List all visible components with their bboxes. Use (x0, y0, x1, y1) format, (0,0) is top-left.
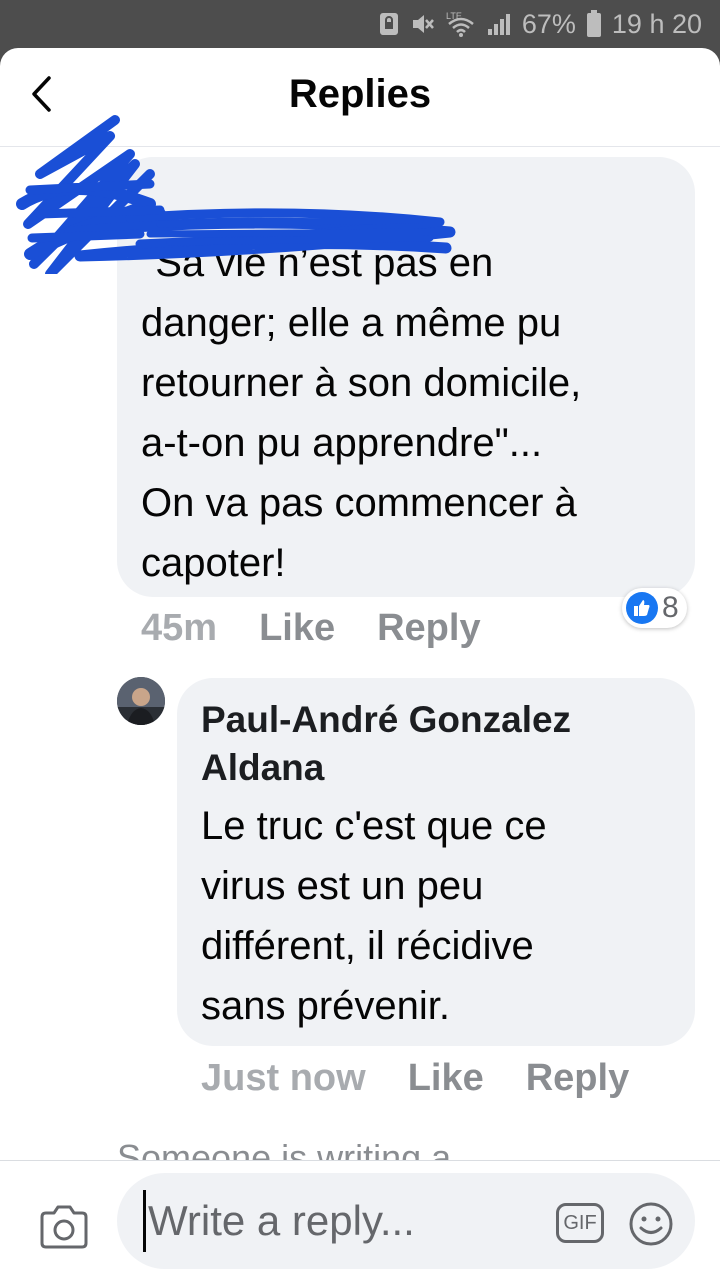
comment-body: Le truc c'est que ce virus est un peu di… (201, 804, 547, 1028)
reply-button[interactable]: Reply (526, 1057, 629, 1100)
like-button[interactable]: Like (408, 1057, 484, 1100)
mute-icon (410, 11, 436, 37)
emoji-button[interactable] (628, 1201, 674, 1247)
status-icons: LTE 67% 19 h 20 (378, 8, 702, 40)
signal-icon (486, 11, 512, 37)
reply-button[interactable]: Reply (377, 607, 480, 650)
reaction-count: 8 (662, 591, 679, 624)
battery-percent: 67% (521, 8, 576, 39)
like-button[interactable]: Like (259, 607, 335, 650)
wifi-icon: LTE (446, 10, 476, 38)
reply-placeholder: Write a reply... (148, 1197, 415, 1244)
thumbs-up-icon (626, 592, 658, 624)
reply-input[interactable]: Write a reply... (117, 1173, 695, 1269)
replies-screen: Replies "Sa vie n’est pas en danger; ell… (0, 48, 720, 1280)
camera-button[interactable] (38, 1203, 90, 1251)
status-bar: LTE 67% 19 h 20 (0, 0, 720, 48)
reaction-summary[interactable]: 8 (622, 588, 687, 628)
comment-timestamp: Just now (201, 1056, 366, 1099)
avatar[interactable] (117, 677, 165, 725)
page-title: Replies (288, 72, 432, 116)
text-caret (143, 1190, 146, 1252)
reply-composer: Write a reply... GIF (0, 1160, 720, 1280)
battery-icon (586, 10, 602, 38)
comment-author[interactable]: Paul-André Gonzalez Aldana (201, 696, 671, 792)
redaction-scribble (16, 115, 456, 274)
comment-bubble[interactable]: Paul-André Gonzalez Aldana Le truc c'est… (177, 678, 695, 1046)
typing-indicator: Someone is writing a... (117, 1137, 482, 1160)
smiley-icon (629, 1202, 673, 1246)
clock: 19 h 20 (611, 8, 702, 39)
gif-button[interactable]: GIF (556, 1203, 604, 1243)
comment-body: "Sa vie n’est pas en danger; elle a même… (141, 241, 582, 585)
comment-timestamp: 45m (141, 606, 218, 649)
camera-icon (40, 1205, 88, 1249)
comment-actions: Just now Like Reply (201, 1054, 629, 1102)
portrait-lock-icon (378, 11, 400, 37)
comment-actions: 45m Like Reply (141, 604, 481, 652)
